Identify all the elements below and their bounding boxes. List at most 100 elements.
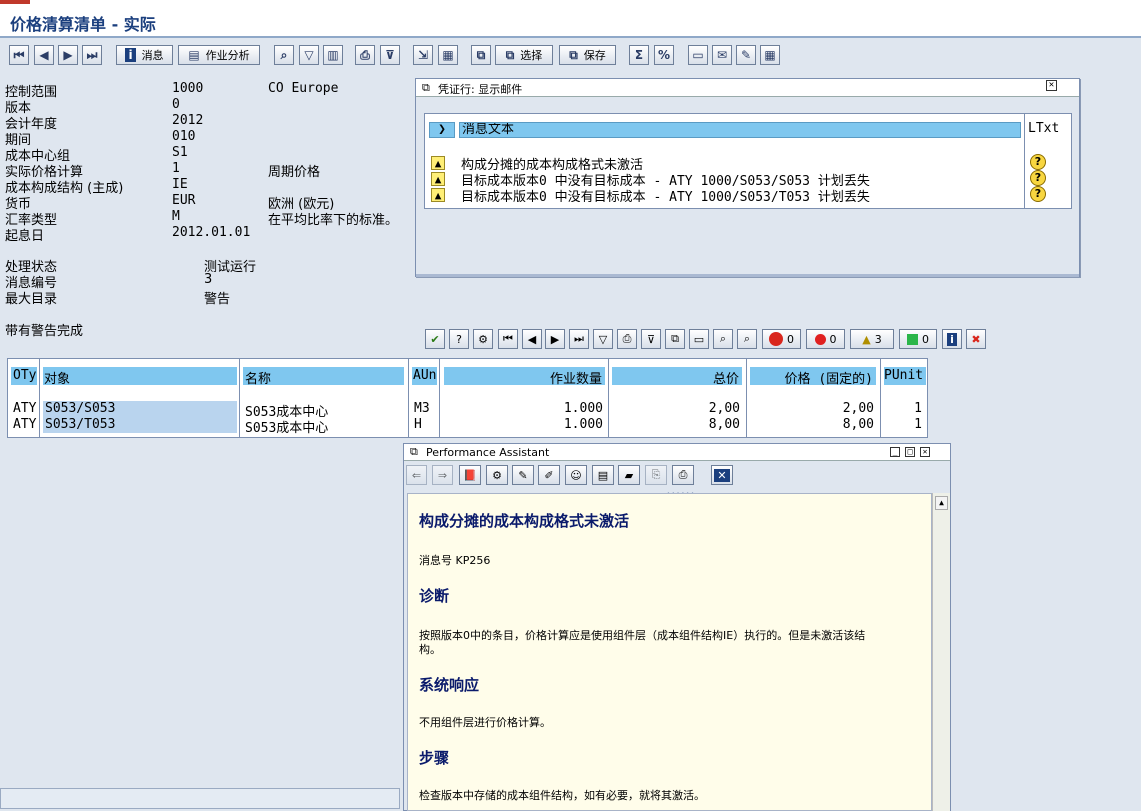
table-cell: H bbox=[412, 417, 437, 433]
person-icon: ☺ bbox=[570, 468, 582, 482]
minimize-icon[interactable]: _ bbox=[890, 447, 900, 457]
info-filter-button[interactable]: i bbox=[942, 329, 962, 349]
col-header-activity-qty: 作业数量 bbox=[444, 367, 605, 387]
pa-content: 构成分摊的成本构成格式未激活 消息号 KP256 诊断 按照版本0中的条目，价格… bbox=[407, 493, 932, 811]
library-button[interactable]: ▤ bbox=[592, 465, 614, 485]
pa-diagnosis-text-1: 按照版本0中的条目，价格计算应是使用组件层（成本组件结构IE）执行的。但是未激活… bbox=[419, 629, 866, 642]
save-icon: ⧉ bbox=[569, 47, 578, 62]
user-button[interactable]: ☺ bbox=[565, 465, 587, 485]
document-icon: ▭ bbox=[693, 332, 705, 346]
graphic-button[interactable]: ▭ bbox=[688, 45, 708, 65]
glossary-button[interactable]: ▰ bbox=[618, 465, 640, 485]
printer-icon: ⎙ bbox=[678, 468, 688, 481]
help-button[interactable]: ? bbox=[449, 329, 469, 349]
select-layout-button[interactable]: ⧉ 选择 bbox=[495, 45, 553, 65]
pencil-icon: ✎ bbox=[740, 48, 752, 62]
popup-cancel-button[interactable]: ✖ bbox=[966, 329, 986, 349]
tools-icon: ⚙ bbox=[492, 468, 502, 482]
message-text-3: 目标成本版本0 中没有目标成本 - ATY 1000/S053/T053 计划丢… bbox=[461, 190, 870, 202]
local-file-button[interactable]: ▦ bbox=[438, 45, 458, 65]
popup-filter-button[interactable]: ▽ bbox=[593, 329, 613, 349]
edit-button[interactable]: ✎ bbox=[736, 45, 756, 65]
warning-filter-button[interactable]: ▲ 3 bbox=[850, 329, 894, 349]
messages-button[interactable]: i 消息 bbox=[116, 45, 173, 65]
info-icon: i bbox=[947, 332, 957, 346]
bookmark-button[interactable]: ⎘ bbox=[645, 465, 667, 485]
popup-last-button[interactable]: ⏭ bbox=[569, 329, 589, 349]
change-layout-button[interactable]: ⧉ bbox=[471, 45, 491, 65]
field-value: EUR bbox=[172, 193, 196, 208]
print-button[interactable]: ⎙ bbox=[672, 465, 694, 485]
export-button[interactable]: ⇲ bbox=[413, 45, 433, 65]
notes-button[interactable]: ✐ bbox=[538, 465, 560, 485]
last-page-button[interactable]: ⏭ bbox=[82, 45, 102, 65]
success-icon bbox=[907, 333, 918, 345]
pa-scrollbar[interactable]: ▲ bbox=[932, 493, 950, 811]
sum-button[interactable]: ⎙ bbox=[355, 45, 375, 65]
title-bar: 价格清算清单 - 实际 bbox=[0, 0, 1141, 38]
spreadsheet-button[interactable]: ▦ bbox=[760, 45, 780, 65]
warning-icon: ▲ bbox=[862, 332, 871, 346]
accent-strip bbox=[0, 0, 30, 4]
help-icon: ? bbox=[456, 332, 462, 346]
popup-print-button[interactable]: ⎙ bbox=[617, 329, 637, 349]
popup-close-icon[interactable]: ✕ bbox=[1046, 80, 1057, 91]
popup-next-button[interactable]: ▶ bbox=[545, 329, 565, 349]
first-page-button[interactable]: ⏮ bbox=[9, 45, 29, 65]
filter-button[interactable]: ▽ bbox=[299, 45, 319, 65]
save-layout-button[interactable]: ⧉ 保存 bbox=[559, 45, 616, 65]
find-button[interactable]: ⌕ bbox=[274, 45, 294, 65]
technical-info-button[interactable]: ⚙ bbox=[486, 465, 508, 485]
stop-filter-button[interactable]: 0 bbox=[762, 329, 801, 349]
previous-page-icon: ◀ bbox=[39, 48, 49, 62]
long-text-icon[interactable]: ? bbox=[1030, 186, 1046, 202]
popup-layout-button[interactable]: ⧉ bbox=[665, 329, 685, 349]
print-icon: ⎙ bbox=[360, 47, 370, 62]
back-button[interactable]: ⇐ bbox=[406, 465, 427, 485]
error-filter-button[interactable]: 0 bbox=[806, 329, 845, 349]
maximize-icon[interactable]: □ bbox=[905, 447, 915, 457]
col-header-punit: PUnit bbox=[884, 367, 926, 385]
subtotal-button[interactable]: ⊽ bbox=[380, 45, 400, 65]
forward-button[interactable]: ⇒ bbox=[432, 465, 453, 485]
popup-find-button[interactable]: ⌕ bbox=[713, 329, 733, 349]
previous-page-button[interactable]: ◀ bbox=[34, 45, 54, 65]
filter-icon: ▽ bbox=[598, 332, 608, 346]
close-button[interactable]: ✕ bbox=[711, 465, 733, 485]
table-cell[interactable]: S053/S053 bbox=[43, 401, 237, 417]
activity-analysis-button[interactable]: ▤ 作业分析 bbox=[178, 45, 260, 65]
popup-first-button[interactable]: ⏮ bbox=[498, 329, 518, 349]
scroll-up-icon[interactable]: ▲ bbox=[935, 496, 948, 510]
binoculars-icon: ⌕ bbox=[719, 332, 727, 345]
mail-button[interactable]: ✉ bbox=[712, 45, 732, 65]
book-button[interactable]: 📕 bbox=[459, 465, 481, 485]
percent-button[interactable]: % bbox=[654, 45, 674, 65]
next-page-button[interactable]: ▶ bbox=[58, 45, 78, 65]
technical-info-button[interactable]: ⚙ bbox=[473, 329, 493, 349]
close-icon[interactable]: ✕ bbox=[920, 447, 930, 457]
popup-subtotal-button[interactable]: ⊽ bbox=[641, 329, 661, 349]
long-text-icon[interactable]: ? bbox=[1030, 170, 1046, 186]
popup-previous-button[interactable]: ◀ bbox=[522, 329, 542, 349]
pa-diagnosis-text-2: 构。 bbox=[419, 643, 441, 656]
col-header-name: 名称 bbox=[243, 367, 404, 387]
table-cell: M3 bbox=[412, 401, 437, 417]
success-filter-button[interactable]: 0 bbox=[899, 329, 937, 349]
total-button[interactable]: Σ bbox=[629, 45, 649, 65]
popup-find-next-button[interactable]: ⌕ bbox=[737, 329, 757, 349]
edit-button[interactable]: ✎ bbox=[512, 465, 534, 485]
mail-icon: ✉ bbox=[716, 48, 728, 62]
table-cell[interactable]: S053/T053 bbox=[43, 417, 237, 433]
document-icon: ▦ bbox=[442, 48, 454, 62]
table-cell: 1 bbox=[884, 417, 924, 433]
message-select-all-icon[interactable]: ❯ bbox=[429, 122, 455, 138]
layout-button[interactable]: ▥ bbox=[323, 45, 343, 65]
long-text-icon[interactable]: ? bbox=[1030, 154, 1046, 170]
popup-local-file-button[interactable]: ▭ bbox=[689, 329, 709, 349]
table-cell: 2,00 bbox=[750, 401, 876, 417]
status-bar bbox=[0, 788, 400, 809]
col-header-total-price: 总价 bbox=[612, 367, 742, 387]
col-header-fixed-price: 价格 (固定的) bbox=[750, 367, 876, 387]
continue-button[interactable]: ✔ bbox=[425, 329, 445, 349]
note-icon: ✐ bbox=[544, 468, 554, 482]
